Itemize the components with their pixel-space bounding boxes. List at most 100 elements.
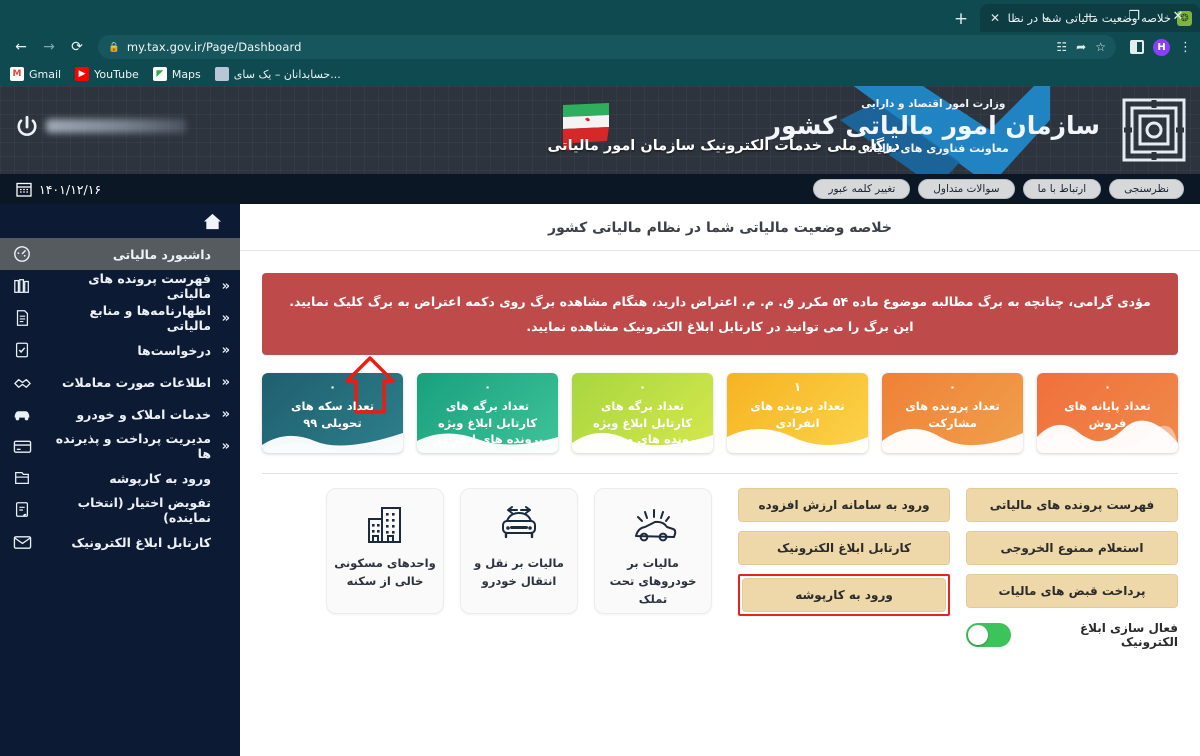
enable-e-notification-toggle[interactable] [966, 623, 1012, 647]
site-header: درگاه ملی خدمات الکترونیک سازمان امور ما… [0, 86, 1200, 174]
translate-icon[interactable]: ☷ [1056, 40, 1067, 54]
sidebar-item-home[interactable] [0, 204, 240, 238]
sidebar-item-dashboard[interactable]: داشبورد مالیاتی [0, 238, 240, 270]
stat-label: تعداد پایانه های فروش [1064, 399, 1151, 430]
stat-label: تعداد پرونده های انفرادی [750, 399, 845, 430]
gmail-icon: M [10, 67, 24, 81]
reload-icon[interactable]: ⟳ [64, 34, 90, 60]
stat-card-delivered-coins[interactable]: ۰ تعداد سکه های تحویلی ۹۹ [262, 373, 403, 453]
more-menu-icon[interactable]: ⋮ [1179, 40, 1192, 55]
stat-label: تعداد پرونده های مشارکت [905, 399, 1000, 430]
window-close-button[interactable]: ✕ [1156, 0, 1200, 32]
service-label: واحدهای مسکونی خالی از سکنه [334, 556, 436, 588]
url-text: my.tax.gov.ir/Page/Dashboard [126, 40, 302, 54]
travel-ban-inquiry-button[interactable]: استعلام ممنوع الخروجی [966, 531, 1178, 565]
change-password-button[interactable]: تغییر کلمه عبور [813, 179, 911, 199]
contact-us-button[interactable]: ارتباط با ما [1022, 179, 1102, 199]
document-icon [12, 309, 32, 327]
chevron-icon: « [221, 406, 230, 422]
sidebar-item-label: فهرست پرونده های مالیاتی [88, 271, 211, 301]
bookmark-gmail[interactable]: M Gmail [10, 67, 61, 81]
org-line-3: معاونت فناوری های مالیاتی [857, 142, 1009, 155]
car-sparkle-icon [628, 503, 678, 549]
sidebar-item-payment-management[interactable]: « مدیریت پرداخت و پذیرنده ها [0, 430, 240, 462]
sidebar-item-label: خدمات املاک و خودرو [76, 406, 211, 422]
back-icon[interactable]: ← [8, 34, 34, 60]
utility-buttons: نظرسنجی ارتباط با ما سوالات متداول تغییر… [813, 179, 1184, 199]
chevron-icon: « [221, 342, 230, 358]
stat-card-individual-files[interactable]: ۱ تعداد پرونده های انفرادی [727, 373, 868, 453]
share-icon[interactable]: ➦ [1076, 40, 1086, 54]
actions-section: فهرست پرونده های مالیاتی استعلام ممنوع ا… [240, 474, 1200, 649]
sidebar-item-delegation[interactable]: تفویض اختیار (انتخاب نماینده) [0, 494, 240, 526]
e-notification-inbox-button[interactable]: کارتابل ابلاغ الکترونیک [738, 531, 950, 565]
sidebar-item-e-notification[interactable]: کارتابل ابلاغ الکترونیک [0, 526, 240, 558]
stat-value: ۰ [1103, 380, 1112, 394]
new-tab-button[interactable]: + [948, 6, 974, 32]
organization-title: وزارت امور اقتصاد و دارایی سازمان امور م… [767, 98, 1101, 155]
tax-files-list-button[interactable]: فهرست پرونده های مالیاتی [966, 488, 1178, 522]
forward-icon[interactable]: → [36, 34, 62, 60]
toggle-label: فعال سازی ابلاغ الکترونیک [1079, 621, 1178, 649]
sidebar-item-tax-files[interactable]: « فهرست پرونده های مالیاتی [0, 270, 240, 302]
files-icon [12, 277, 32, 295]
right-button-column: فهرست پرونده های مالیاتی استعلام ممنوع ا… [966, 488, 1178, 649]
minimize-button[interactable]: — [1068, 0, 1112, 32]
delegate-icon [12, 501, 32, 519]
stat-card-partnership-notices[interactable]: ۰ تعداد برگه های کارتابل ابلاغ ویژه پرون… [572, 373, 713, 453]
sidebar-item-label: درخواست‌ها [137, 342, 211, 358]
sidebar-item-requests[interactable]: « درخواست‌ها [0, 334, 240, 366]
service-cards: مالیات بر خودروهای تحت تملک مالیات بر نق… [326, 488, 712, 614]
vat-system-button[interactable]: ورود به سامانه ارزش افزوده [738, 488, 950, 522]
window-controls: ⌄ — ❐ ✕ [1024, 0, 1200, 32]
vehicle-transfer-tax-card[interactable]: مالیات بر نقل و انتقال خودرو [460, 488, 578, 614]
browser-actions: H ⋮ [1124, 38, 1192, 56]
bookmark-youtube[interactable]: ▶ YouTube [75, 67, 139, 81]
bookmark-accountants[interactable]: حسابدانان – یک سای... [214, 67, 341, 81]
left-button-column: ورود به سامانه ارزش افزوده کارتابل ابلاغ… [738, 488, 950, 616]
sidebar-item-transactions[interactable]: « اطلاعات صورت معاملات [0, 366, 240, 398]
handshake-icon [12, 373, 32, 392]
stat-card-partnership-files[interactable]: ۰ تعداد پرونده های مشارکت [882, 373, 1023, 453]
stat-value: ۰ [948, 380, 957, 394]
tab-strip: ❂ خلاصه وضعیت مالیاتی شما در نظا ✕ + ⌄ —… [0, 0, 1200, 32]
enter-karpoosheh-button[interactable]: ورود به کارپوشه [742, 578, 946, 612]
pay-tax-bills-button[interactable]: پرداخت قبض های مالیات [966, 574, 1178, 608]
vacant-housing-card[interactable]: واحدهای مسکونی خالی از سکنه [326, 488, 444, 614]
page-layout: خلاصه وضعیت مالیاتی شما در نظام مالیاتی … [0, 204, 1200, 756]
accountants-icon [214, 67, 229, 81]
home-icon [203, 213, 222, 229]
service-label: مالیات بر خودروهای تحت تملک [609, 556, 697, 606]
calendar-icon [16, 182, 32, 197]
chevron-icon: « [221, 438, 230, 454]
sidebar-item-karpoosheh[interactable]: ورود به کارپوشه [0, 462, 240, 494]
stat-card-individual-notices[interactable]: ۰ تعداد برگه های کارتابل ابلاغ ویژه پرون… [417, 373, 558, 453]
sidebar-item-declarations[interactable]: « اظهارنامه‌ها و منابع مالیاتی [0, 302, 240, 334]
envelope-icon [12, 535, 32, 550]
bookmark-label: Gmail [29, 67, 62, 81]
car-transfer-icon [494, 503, 544, 549]
maximize-button[interactable]: ❐ [1112, 0, 1156, 32]
youtube-icon: ▶ [75, 67, 90, 81]
sidebar-item-label: کارتابل ابلاغ الکترونیک [71, 534, 211, 550]
alert-banner: مؤدی گرامی، چنانچه به برگ مطالبه موضوع م… [262, 273, 1178, 355]
avatar[interactable]: H [1153, 38, 1170, 56]
star-icon[interactable]: ☆ [1095, 40, 1106, 54]
survey-button[interactable]: نظرسنجی [1109, 179, 1184, 199]
page-body: درگاه ملی خدمات الکترونیک سازمان امور ما… [0, 86, 1200, 756]
address-bar[interactable]: 🔒 my.tax.gov.ir/Page/Dashboard ☷ ➦ ☆ [98, 35, 1116, 59]
sidebar-item-label: اطلاعات صورت معاملات [62, 374, 211, 390]
e-notification-toggle-row: فعال سازی ابلاغ الکترونیک [966, 621, 1178, 649]
power-icon[interactable] [14, 114, 40, 140]
close-icon[interactable]: ✕ [988, 12, 1002, 24]
chevron-down-icon[interactable]: ⌄ [1024, 0, 1068, 32]
sidebar-item-property-vehicle[interactable]: « خدمات املاک و خودرو [0, 398, 240, 430]
faq-button[interactable]: سوالات متداول [918, 179, 1015, 199]
bookmark-maps[interactable]: ◤ Maps [152, 67, 201, 81]
sidebar-item-label: داشبورد مالیاتی [112, 246, 211, 262]
stat-card-pos-terminals[interactable]: ۰ تعداد پایانه های فروش [1037, 373, 1178, 453]
sidebar-item-label: ورود به کارپوشه [109, 470, 211, 486]
highlight-box: ورود به کارپوشه [738, 574, 950, 616]
owned-vehicle-tax-card[interactable]: مالیات بر خودروهای تحت تملک [594, 488, 712, 614]
split-screen-icon[interactable] [1130, 40, 1144, 54]
